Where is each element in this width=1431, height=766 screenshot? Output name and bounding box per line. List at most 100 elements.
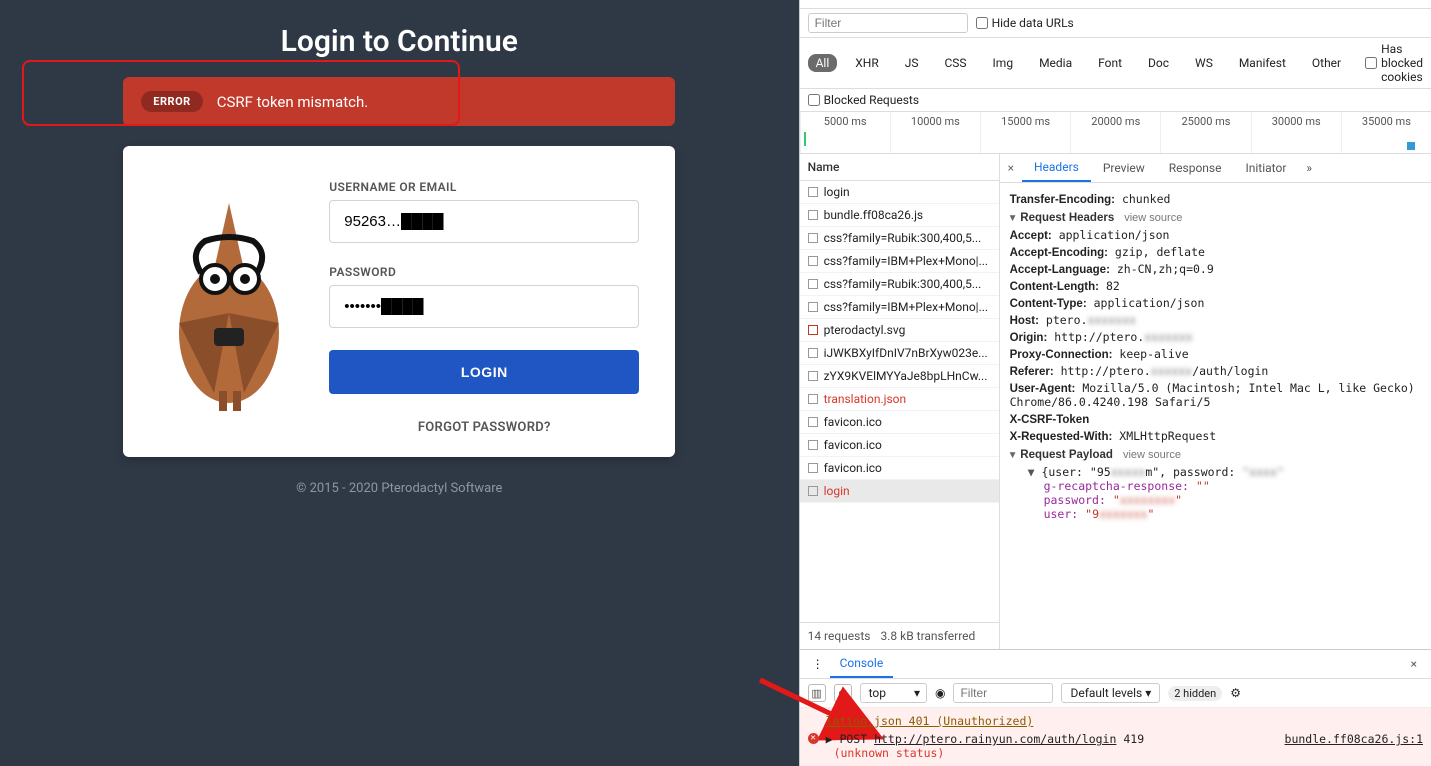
toggle-sidebar-icon[interactable]: ▥ bbox=[808, 684, 826, 702]
login-page: Login to Continue ERROR CSRF token misma… bbox=[0, 0, 799, 766]
login-form: USERNAME OR EMAIL PASSWORD LOGIN FORGOT … bbox=[329, 180, 639, 435]
request-row[interactable]: favicon.ico bbox=[800, 457, 999, 480]
request-row[interactable]: login bbox=[800, 181, 999, 204]
drawer-menu-icon[interactable]: ⋮ bbox=[806, 653, 830, 675]
error-icon: ✕ bbox=[808, 733, 819, 744]
hidden-count-badge[interactable]: 2 hidden bbox=[1168, 686, 1222, 701]
context-selector[interactable]: top bbox=[860, 683, 927, 703]
request-name: login bbox=[824, 484, 850, 498]
tab-headers[interactable]: Headers bbox=[1022, 154, 1091, 182]
live-expression-icon[interactable]: ◉ bbox=[935, 686, 945, 700]
file-type-icon bbox=[808, 210, 818, 220]
chip-img[interactable]: Img bbox=[985, 54, 1022, 72]
request-row[interactable]: bundle.ff08ca26.js bbox=[800, 204, 999, 227]
console-line[interactable]: lation.json 401 (Unauthorized) bbox=[808, 712, 1423, 730]
tab-console[interactable]: Console bbox=[830, 650, 894, 678]
request-name: pterodactyl.svg bbox=[824, 323, 906, 337]
view-source-link[interactable]: view source bbox=[1123, 449, 1181, 461]
request-name: translation.json bbox=[824, 392, 907, 406]
chip-other[interactable]: Other bbox=[1304, 54, 1349, 72]
file-type-icon bbox=[808, 348, 818, 358]
chip-media[interactable]: Media bbox=[1031, 54, 1080, 72]
timeline-request-marker bbox=[1407, 142, 1415, 150]
timeline-tick: 20000 ms bbox=[1070, 112, 1160, 153]
request-list: Name login bundle.ff08ca26.js css?family=R… bbox=[800, 154, 1000, 649]
blocked-cookies-checkbox[interactable]: Has blocked cookies bbox=[1365, 42, 1423, 84]
login-button[interactable]: LOGIN bbox=[329, 350, 639, 394]
request-row[interactable]: iJWKBXyIfDnIV7nBrXyw023e... bbox=[800, 342, 999, 365]
username-input[interactable] bbox=[329, 200, 639, 243]
console-filter-input[interactable] bbox=[953, 683, 1053, 703]
network-type-chips: All XHR JS CSS Img Media Font Doc WS Man… bbox=[800, 38, 1431, 89]
password-input[interactable] bbox=[329, 285, 639, 328]
chip-css[interactable]: CSS bbox=[936, 54, 974, 72]
request-payload-section[interactable]: Request Payloadview source bbox=[1008, 449, 1421, 461]
blocked-requests-checkbox[interactable]: Blocked Requests bbox=[808, 93, 919, 107]
error-message: CSRF token mismatch. bbox=[217, 93, 369, 111]
console-settings-icon[interactable]: ⚙ bbox=[1230, 686, 1241, 700]
file-type-icon bbox=[808, 394, 818, 404]
request-name: iJWKBXyIfDnIV7nBrXyw023e... bbox=[824, 346, 988, 360]
request-name: favicon.ico bbox=[824, 438, 882, 452]
request-row[interactable]: favicon.ico bbox=[800, 434, 999, 457]
request-row[interactable]: css?family=IBM+Plex+Mono|... bbox=[800, 250, 999, 273]
request-row[interactable]: zYX9KVElMYYaJe8bpLHnCw... bbox=[800, 365, 999, 388]
console-drawer-tabs: ⋮ Console × bbox=[800, 650, 1431, 679]
network-filter-input[interactable] bbox=[808, 13, 968, 33]
request-name: login bbox=[824, 185, 850, 199]
console-error-url[interactable]: http://ptero.rainyun.com/auth/login bbox=[874, 732, 1116, 746]
chip-ws[interactable]: WS bbox=[1187, 54, 1221, 72]
chip-doc[interactable]: Doc bbox=[1140, 54, 1177, 72]
username-label: USERNAME OR EMAIL bbox=[329, 180, 639, 194]
detail-content[interactable]: Transfer-Encoding: chunked Request Heade… bbox=[1000, 183, 1431, 649]
request-headers-section[interactable]: Request Headersview source bbox=[1008, 212, 1421, 224]
tab-initiator[interactable]: Initiator bbox=[1233, 155, 1298, 181]
tab-preview[interactable]: Preview bbox=[1091, 155, 1157, 181]
request-row[interactable]: css?family=Rubik:300,400,5... bbox=[800, 273, 999, 296]
tab-response[interactable]: Response bbox=[1157, 155, 1234, 181]
forgot-password-link[interactable]: FORGOT PASSWORD? bbox=[329, 420, 639, 435]
timeline-tick: 35000 ms bbox=[1341, 112, 1431, 153]
chip-js[interactable]: JS bbox=[897, 54, 927, 72]
request-row[interactable]: css?family=Rubik:300,400,5... bbox=[800, 227, 999, 250]
close-drawer-icon[interactable]: × bbox=[1403, 653, 1425, 675]
page-title: Login to Continue bbox=[281, 24, 518, 59]
request-row[interactable]: css?family=IBM+Plex+Mono|... bbox=[800, 296, 999, 319]
file-type-icon bbox=[808, 279, 818, 289]
close-detail-icon[interactable]: × bbox=[1000, 157, 1022, 179]
chip-font[interactable]: Font bbox=[1090, 54, 1130, 72]
log-levels-selector[interactable]: Default levels bbox=[1061, 683, 1160, 703]
view-source-link[interactable]: view source bbox=[1124, 212, 1182, 224]
devtools-panel: Hide data URLs All XHR JS CSS Img Media … bbox=[799, 0, 1431, 766]
file-type-icon bbox=[808, 486, 818, 496]
request-name: zYX9KVElMYYaJe8bpLHnCw... bbox=[824, 369, 988, 383]
request-name: css?family=Rubik:300,400,5... bbox=[824, 231, 982, 245]
network-body: Name login bundle.ff08ca26.js css?family=R… bbox=[800, 154, 1431, 649]
network-timeline[interactable]: 5000 ms 10000 ms 15000 ms 20000 ms 25000… bbox=[800, 112, 1431, 154]
hide-data-urls-checkbox[interactable]: Hide data URLs bbox=[976, 16, 1074, 30]
request-row[interactable]: favicon.ico bbox=[800, 411, 999, 434]
console-error-source[interactable]: bundle.ff08ca26.js:1 bbox=[1285, 732, 1423, 746]
chip-manifest[interactable]: Manifest bbox=[1231, 54, 1294, 72]
transfer-size: 3.8 kB transferred bbox=[880, 629, 975, 643]
password-label: PASSWORD bbox=[329, 265, 639, 279]
chip-all[interactable]: All bbox=[808, 54, 838, 72]
console-line[interactable]: ✕ ▶ POST http://ptero.rainyun.com/auth/l… bbox=[808, 730, 1423, 762]
clear-console-icon[interactable]: ⊘ bbox=[834, 684, 852, 702]
detail-more-icon[interactable]: » bbox=[1298, 155, 1320, 181]
footer-copyright: © 2015 - 2020 Pterodactyl Software bbox=[296, 481, 502, 496]
file-type-icon bbox=[808, 302, 818, 312]
request-row[interactable]: pterodactyl.svg bbox=[800, 319, 999, 342]
request-row[interactable]: login bbox=[800, 480, 999, 503]
request-name: css?family=IBM+Plex+Mono|... bbox=[824, 300, 989, 314]
network-filter-row: Hide data URLs bbox=[800, 9, 1431, 38]
file-type-icon bbox=[808, 325, 818, 335]
request-list-footer: 14 requests 3.8 kB transferred bbox=[800, 622, 999, 649]
timeline-tick: 30000 ms bbox=[1251, 112, 1341, 153]
timeline-tick: 15000 ms bbox=[980, 112, 1070, 153]
request-list-header: Name bbox=[800, 154, 999, 181]
devtools-toolbar bbox=[800, 0, 1431, 9]
chip-xhr[interactable]: XHR bbox=[847, 54, 886, 72]
console-output[interactable]: lation.json 401 (Unauthorized) ✕ ▶ POST … bbox=[800, 708, 1431, 766]
request-row[interactable]: translation.json bbox=[800, 388, 999, 411]
